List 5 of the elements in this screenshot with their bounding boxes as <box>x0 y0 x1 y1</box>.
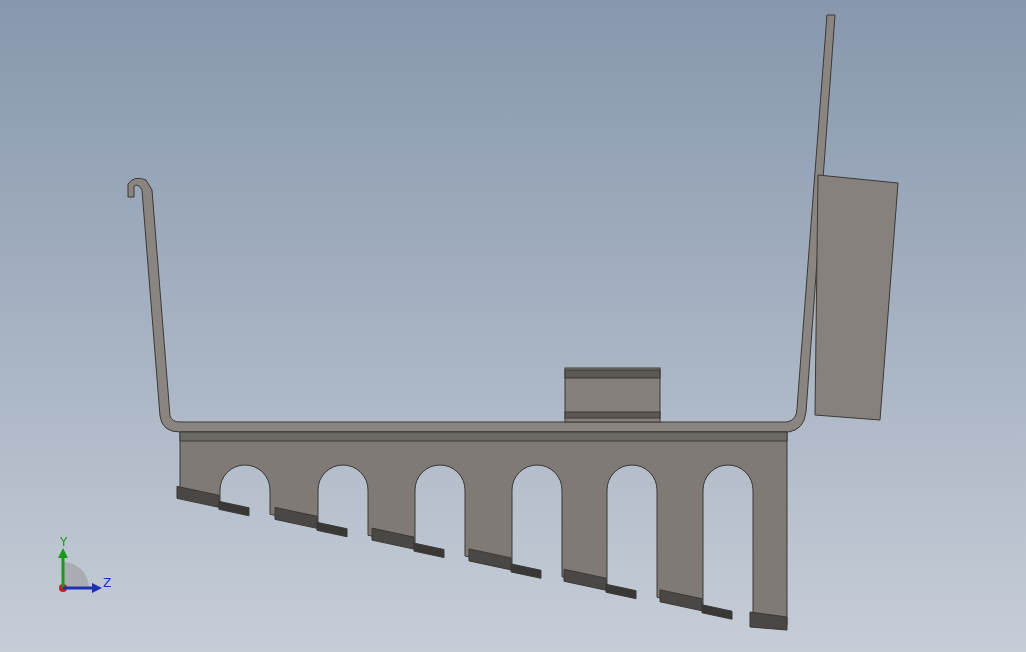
z-axis-arrow-icon <box>63 583 102 593</box>
axis-label: Y <box>60 535 68 549</box>
orientation-triad-icon <box>59 562 89 592</box>
axis-label: Z <box>103 576 112 590</box>
y-axis-arrow-icon <box>58 548 68 588</box>
